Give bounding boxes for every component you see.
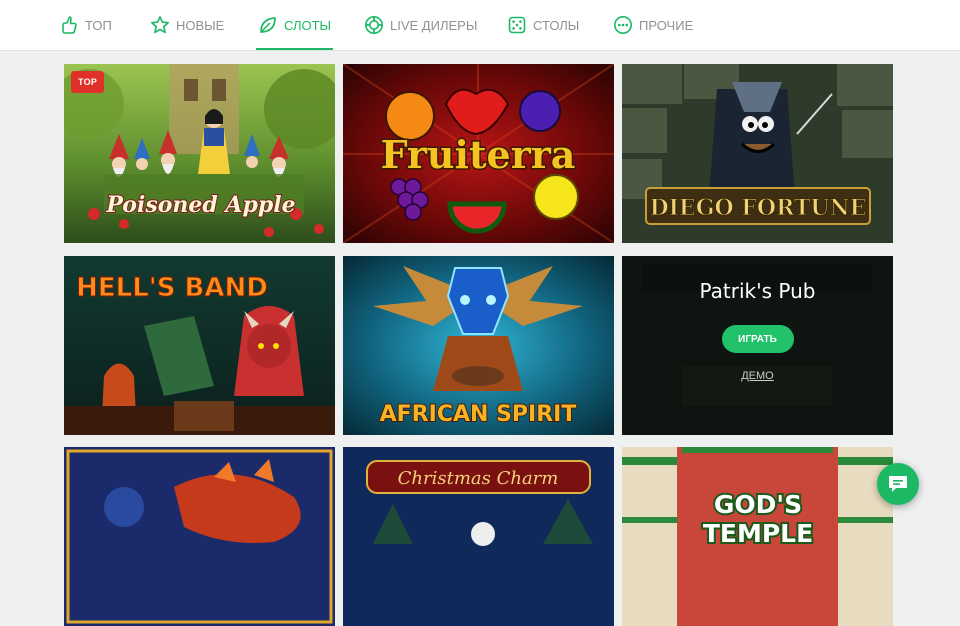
game-hover-overlay: Patrik's Pub ИГРАТЬ ДЕМО xyxy=(622,256,893,435)
game-card-diego-fortune[interactable]: DIEGO FORTUNE xyxy=(622,64,893,243)
game-card-poisoned-apple[interactable]: Poisoned Apple TOP xyxy=(64,64,335,243)
game-card-christmas-charm[interactable]: Christmas Charm xyxy=(343,447,614,626)
tab-top[interactable]: ТОП xyxy=(59,0,112,50)
diego-fortune-artwork: DIEGO FORTUNE xyxy=(622,64,893,243)
game-title: Patrik's Pub xyxy=(699,279,816,303)
play-button[interactable]: ИГРАТЬ xyxy=(721,325,794,353)
poisoned-apple-artwork: Poisoned Apple xyxy=(64,64,335,243)
gods-temple-logo-line1: GOD'S xyxy=(714,490,802,519)
fruiterra-logo: Fruiterra xyxy=(381,132,576,177)
african-spirit-logo: AFRICAN SPIRIT xyxy=(380,402,577,427)
gods-temple-artwork: GOD'S TEMPLE xyxy=(622,447,893,626)
diego-fortune-logo: DIEGO FORTUNE xyxy=(650,195,867,221)
hand-icon xyxy=(62,16,77,34)
african-spirit-artwork: AFRICAN SPIRIT xyxy=(343,256,614,435)
christmas-charm-artwork: Christmas Charm xyxy=(343,447,614,626)
fruiterra-artwork: Fruiterra xyxy=(343,64,614,243)
more-dots-icon xyxy=(614,16,632,34)
tab-other[interactable]: ПРОЧИЕ xyxy=(613,0,693,50)
tab-tables[interactable]: СТОЛЫ xyxy=(507,0,579,50)
demo-link[interactable]: ДЕМО xyxy=(741,370,774,382)
tab-new[interactable]: НОВЫЕ xyxy=(150,0,224,50)
tab-slots[interactable]: СЛОТЫ xyxy=(255,0,334,50)
game-card-patriks-pub[interactable]: Patrik's Pub ИГРАТЬ ДЕМО xyxy=(622,256,893,435)
tab-slots-label: СЛОТЫ xyxy=(284,17,332,33)
hells-band-artwork: HELL'S BAND xyxy=(64,256,335,435)
game-card-dragon[interactable] xyxy=(64,447,335,626)
top-badge: TOP xyxy=(71,71,105,93)
poisoned-apple-logo: Poisoned Apple xyxy=(105,192,295,218)
tab-tables-label: СТОЛЫ xyxy=(533,17,580,33)
christmas-charm-logo: Christmas Charm xyxy=(398,468,559,489)
game-card-gods-temple[interactable]: GOD'S TEMPLE xyxy=(622,447,893,626)
game-card-african-spirit[interactable]: AFRICAN SPIRIT xyxy=(343,256,614,435)
chat-button[interactable] xyxy=(877,463,919,505)
dice-icon xyxy=(508,16,526,34)
chat-bubble-icon xyxy=(889,476,907,492)
tab-new-label: НОВЫЕ xyxy=(176,17,225,33)
tab-live-dealers[interactable]: LIVE ДИЛЕРЫ xyxy=(364,0,477,50)
leaf-icon xyxy=(260,17,276,33)
star-icon xyxy=(151,16,169,34)
dragon-artwork xyxy=(64,447,335,626)
game-card-hells-band[interactable]: HELL'S BAND xyxy=(64,256,335,435)
tab-top-label: ТОП xyxy=(85,17,112,33)
chip-icon xyxy=(365,16,383,34)
category-nav: ТОП НОВЫЕ СЛОТЫ LIVE ДИЛЕРЫ СТОЛЫ ПРОЧИЕ xyxy=(0,0,960,51)
hells-band-logo: HELL'S BAND xyxy=(76,273,268,303)
tab-live-dealers-label: LIVE ДИЛЕРЫ xyxy=(390,17,478,33)
tab-other-label: ПРОЧИЕ xyxy=(639,17,694,33)
game-card-fruiterra[interactable]: Fruiterra xyxy=(343,64,614,243)
